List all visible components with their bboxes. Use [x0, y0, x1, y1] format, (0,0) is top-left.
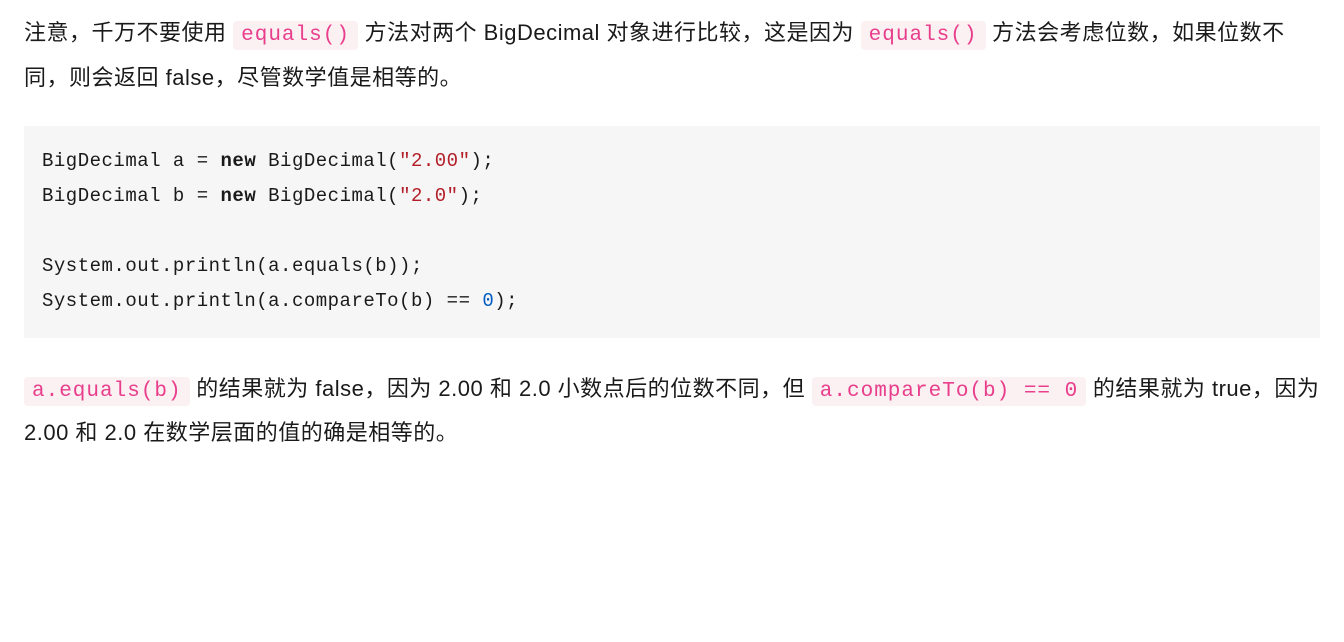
inline-code-a-equals-b: a.equals(b): [24, 377, 190, 406]
text: 注意，千万不要使用: [24, 20, 233, 45]
text: 方法对两个 BigDecimal 对象进行比较，这是因为: [358, 20, 861, 45]
code-string: "2.0": [399, 185, 459, 207]
paragraph-1: 注意，千万不要使用 equals() 方法对两个 BigDecimal 对象进行…: [24, 12, 1320, 100]
code-block: BigDecimal a = new BigDecimal("2.00"); B…: [24, 126, 1320, 338]
inline-code-equals: equals(): [861, 21, 986, 50]
code-line-1a: BigDecimal a =: [42, 150, 221, 172]
code-line-1c: );: [471, 150, 495, 172]
code-string: "2.00": [399, 150, 470, 172]
code-line-2c: );: [459, 185, 483, 207]
inline-code-a-compareto-b: a.compareTo(b) == 0: [812, 377, 1086, 406]
code-keyword-new: new: [221, 185, 257, 207]
text: 的结果就为 false，因为 2.00 和 2.0 小数点后的位数不同，但: [190, 376, 812, 401]
code-number: 0: [482, 290, 494, 312]
code-line-4b: );: [494, 290, 518, 312]
code-keyword-new: new: [221, 150, 257, 172]
code-line-4a: System.out.println(a.compareTo(b) ==: [42, 290, 482, 312]
code-line-1b: BigDecimal(: [256, 150, 399, 172]
code-line-2a: BigDecimal b =: [42, 185, 221, 207]
code-line-3: System.out.println(a.equals(b));: [42, 255, 423, 277]
paragraph-2: a.equals(b) 的结果就为 false，因为 2.00 和 2.0 小数…: [24, 368, 1320, 456]
inline-code-equals: equals(): [233, 21, 358, 50]
code-line-2b: BigDecimal(: [256, 185, 399, 207]
